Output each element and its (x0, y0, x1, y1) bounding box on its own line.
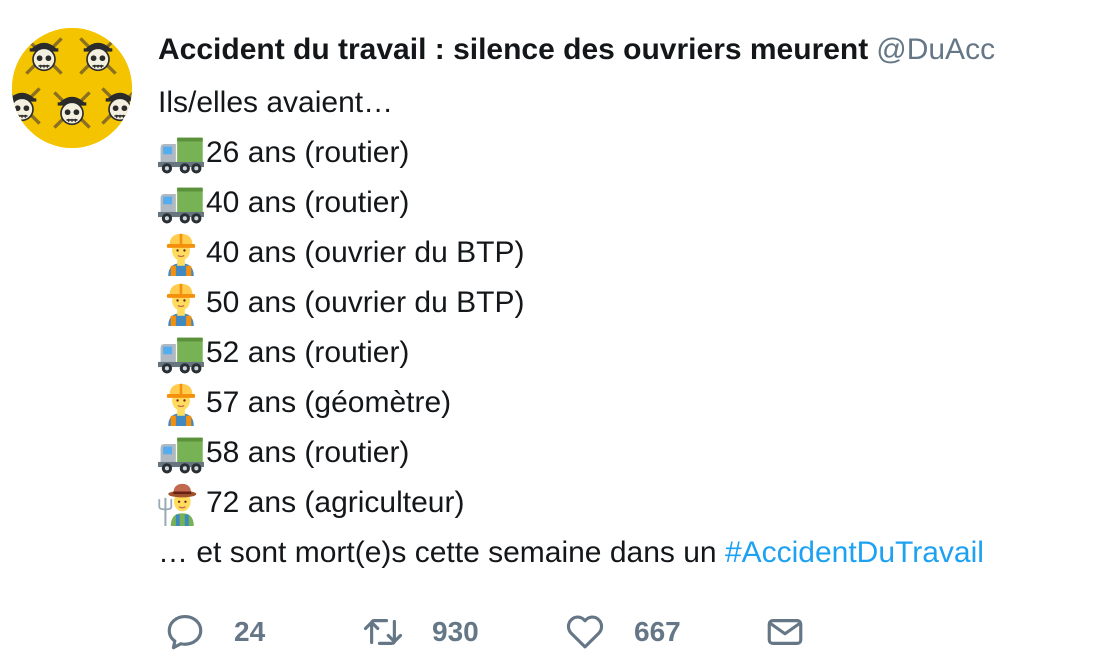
heart-icon (566, 615, 604, 649)
list-item: 52 ans (routier) (158, 328, 1110, 378)
construction-worker-icon (158, 380, 204, 426)
tweet-text: Ils/elles avaient… 26 ans (routier) 40 a… (158, 78, 1110, 578)
truck-icon (158, 180, 204, 226)
envelope-icon (767, 619, 803, 645)
retweet-count: 930 (432, 616, 479, 647)
retweet-button[interactable]: 930 (362, 604, 479, 660)
reply-count: 24 (234, 616, 266, 647)
truck-icon (158, 430, 204, 476)
list-item-text: 52 ans (routier) (206, 336, 410, 369)
reply-button[interactable]: 24 (164, 604, 265, 660)
list-item: 50 ans (ouvrier du BTP) (158, 278, 1110, 328)
list-item-text: 40 ans (ouvrier du BTP) (206, 236, 525, 269)
list-item: 40 ans (ouvrier du BTP) (158, 228, 1110, 278)
list-item-text: 57 ans (géomètre) (206, 386, 452, 419)
tweet-closing: … et sont mort(e)s cette semaine dans un… (158, 528, 1110, 578)
like-count: 667 (634, 616, 681, 647)
hashtag-link[interactable]: #AccidentDuTravail (725, 528, 984, 578)
retweet-icon (363, 619, 403, 645)
farmer-icon (158, 480, 204, 526)
truck-icon (158, 130, 204, 176)
list-item: 40 ans (routier) (158, 178, 1110, 228)
list-item: 57 ans (géomètre) (158, 378, 1110, 428)
construction-worker-icon (158, 230, 204, 276)
list-item: 26 ans (routier) (158, 128, 1110, 178)
list-item-text: 72 ans (agriculteur) (206, 486, 465, 519)
user-handle[interactable]: @DuAcc (876, 33, 995, 66)
closing-text: … et sont mort(e)s cette semaine dans un (158, 536, 725, 569)
like-button[interactable]: 667 (564, 604, 681, 660)
tweet-actions: 24 930 667 (164, 604, 1104, 660)
list-item-text: 58 ans (routier) (206, 436, 410, 469)
truck-icon (158, 330, 204, 376)
list-item-text: 50 ans (ouvrier du BTP) (206, 286, 525, 319)
tweet-intro: Ils/elles avaient… (158, 86, 394, 119)
tweet-card: Accident du travail : silence des ouvrie… (0, 0, 1110, 668)
direct-message-button[interactable] (764, 604, 806, 660)
list-item-text: 26 ans (routier) (206, 136, 410, 169)
construction-worker-icon (158, 280, 204, 326)
skull-crossbones-pattern-icon (12, 28, 132, 148)
list-item: 58 ans (routier) (158, 428, 1110, 478)
avatar[interactable] (12, 28, 132, 148)
list-item: 72 ans (agriculteur) (158, 478, 1110, 528)
reply-icon (167, 615, 203, 650)
display-name[interactable]: Accident du travail : silence des ouvrie… (158, 33, 868, 66)
tweet-header: Accident du travail : silence des ouvrie… (158, 30, 1110, 70)
list-item-text: 40 ans (routier) (206, 186, 410, 219)
